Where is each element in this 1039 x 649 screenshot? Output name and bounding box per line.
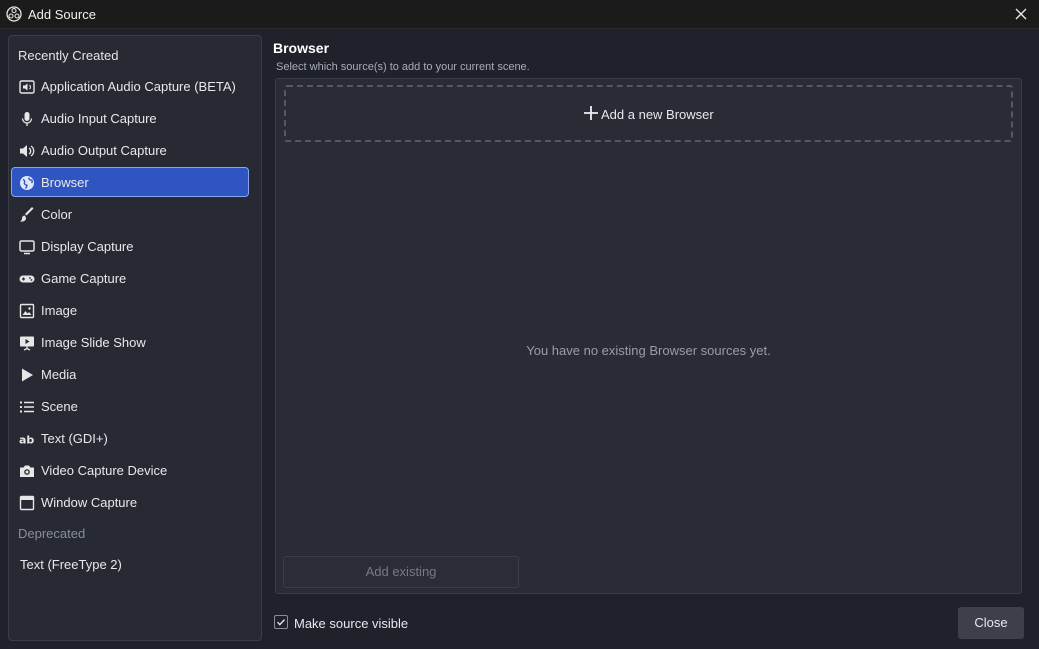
speaker-icon xyxy=(19,143,35,159)
close-button[interactable]: Close xyxy=(958,607,1024,639)
source-item-label: Game Capture xyxy=(41,271,127,286)
paintbrush-icon xyxy=(19,207,35,223)
speaker-box-icon xyxy=(19,79,35,95)
window-title: Add Source xyxy=(28,7,96,22)
source-item-label: Text (GDI+) xyxy=(41,431,108,446)
checkmark-icon xyxy=(276,619,286,626)
source-item-label: Audio Output Capture xyxy=(41,143,167,158)
monitor-icon xyxy=(19,239,35,255)
camera-icon xyxy=(19,463,35,479)
window-icon xyxy=(19,495,35,511)
source-item-display-capture[interactable]: Display Capture xyxy=(11,231,249,261)
text-ab-icon: ab xyxy=(19,431,35,447)
source-panel: Add a new Browser You have no existing B… xyxy=(275,78,1022,594)
source-item-game-capture[interactable]: Game Capture xyxy=(11,263,249,293)
add-new-label: Add a new Browser xyxy=(601,107,714,122)
close-icon[interactable] xyxy=(1011,4,1031,24)
source-item-label: Audio Input Capture xyxy=(41,111,157,126)
make-visible-label: Make source visible xyxy=(294,616,409,631)
empty-sources-message: You have no existing Browser sources yet… xyxy=(526,343,771,358)
source-item-label: Window Capture xyxy=(41,495,138,510)
source-item-application-audio-capture[interactable]: Application Audio Capture (BETA) xyxy=(11,71,249,101)
globe-icon xyxy=(19,175,35,191)
source-item-image-slide-show[interactable]: Image Slide Show xyxy=(11,327,249,357)
source-type-list: Recently Created Application Audio Captu… xyxy=(8,35,262,641)
gamepad-icon xyxy=(19,271,35,287)
make-visible-checkbox[interactable] xyxy=(274,615,288,629)
page-subtitle: Select which source(s) to add to your cu… xyxy=(276,61,530,73)
add-new-source-button[interactable]: Add a new Browser xyxy=(284,85,1013,142)
source-item-video-capture-device[interactable]: Video Capture Device xyxy=(11,455,249,485)
plus-icon xyxy=(584,106,598,120)
source-item-label: Text (FreeType 2) xyxy=(20,557,122,572)
list-icon xyxy=(19,399,35,415)
deprecated-heading: Deprecated xyxy=(18,526,86,541)
source-item-label: Color xyxy=(41,207,73,222)
source-item-text-freetype2[interactable]: Text (FreeType 2) xyxy=(11,549,249,579)
play-icon xyxy=(19,367,35,383)
source-item-label: Media xyxy=(41,367,77,382)
source-item-label: Display Capture xyxy=(41,239,134,254)
source-item-label: Video Capture Device xyxy=(41,463,168,478)
source-item-audio-input-capture[interactable]: Audio Input Capture xyxy=(11,103,249,133)
source-item-browser[interactable]: Browser xyxy=(11,167,249,197)
source-item-label: Image xyxy=(41,303,78,318)
source-item-label: Scene xyxy=(41,399,78,414)
source-item-audio-output-capture[interactable]: Audio Output Capture xyxy=(11,135,249,165)
source-item-text-gdi[interactable]: ab Text (GDI+) xyxy=(11,423,249,453)
svg-text:ab: ab xyxy=(19,434,34,447)
source-item-label: Image Slide Show xyxy=(41,335,146,350)
source-item-image[interactable]: Image xyxy=(11,295,249,325)
source-item-color[interactable]: Color xyxy=(11,199,249,229)
source-item-window-capture[interactable]: Window Capture xyxy=(11,487,249,517)
source-item-label: Application Audio Capture (BETA) xyxy=(41,79,236,94)
microphone-icon xyxy=(19,111,35,127)
add-existing-button[interactable]: Add existing xyxy=(283,556,519,588)
page-title: Browser xyxy=(273,40,330,56)
slideshow-icon xyxy=(19,335,35,351)
source-item-scene[interactable]: Scene xyxy=(11,391,249,421)
source-item-label: Browser xyxy=(41,175,89,190)
source-item-media[interactable]: Media xyxy=(11,359,249,389)
obs-logo-icon xyxy=(6,6,22,22)
recently-created-heading: Recently Created xyxy=(18,48,119,63)
title-bar: Add Source xyxy=(0,0,1039,29)
image-icon xyxy=(19,303,35,319)
